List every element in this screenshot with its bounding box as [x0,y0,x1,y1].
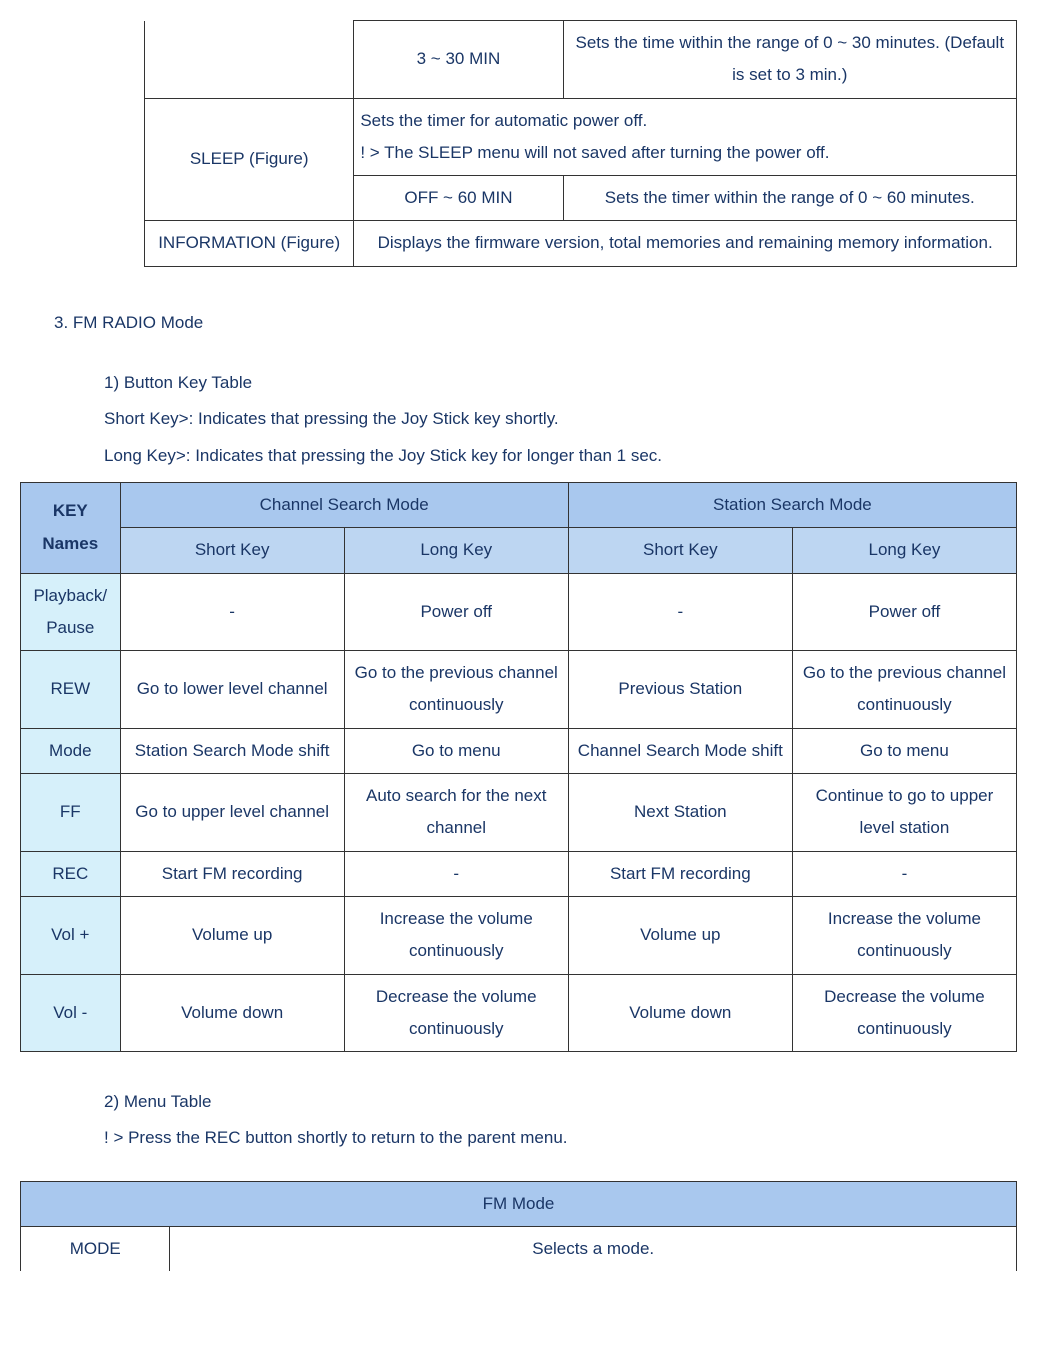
action-cell: Continue to go to upper level station [792,774,1016,852]
action-cell: Previous Station [568,651,792,729]
longkey-header: Long Key [792,528,1016,573]
body-text: Long Key>: Indicates that pressing the J… [104,440,1017,472]
key-name-cell: Playback/ Pause [21,573,121,651]
table-header-row: FM Mode [21,1181,1017,1226]
table-row: Vol + Volume up Increase the volume cont… [21,896,1017,974]
subsection-heading: 2) Menu Table [104,1086,1017,1118]
desc-cell: Sets the timer within the range of 0 ~ 6… [563,176,1016,221]
action-cell: Increase the volume continuously [344,896,568,974]
label-cell: SLEEP (Figure) [145,98,354,221]
action-cell: Increase the volume continuously [792,896,1016,974]
action-cell: Auto search for the next channel [344,774,568,852]
note-text: Sets the timer for automatic power off. [360,111,647,130]
action-cell: Volume up [568,896,792,974]
action-cell: Decrease the volume continuously [792,974,1016,1052]
fm-mode-header: FM Mode [21,1181,1017,1226]
table-row: SLEEP (Figure) Sets the timer for automa… [20,98,1017,176]
button-key-table: KEY Names Channel Search Mode Station Se… [20,482,1017,1052]
action-cell: Go to menu [792,728,1016,773]
param-cell: 3 ~ 30 MIN [354,21,563,99]
key-name-cell: FF [21,774,121,852]
action-cell: Power off [792,573,1016,651]
key-name-cell: Vol + [21,896,121,974]
action-cell: Go to the previous channel continuously [344,651,568,729]
action-cell: Go to the previous channel continuously [792,651,1016,729]
empty-cell [20,21,145,267]
action-cell: Go to upper level channel [120,774,344,852]
table-row: Playback/ Pause - Power off - Power off [21,573,1017,651]
key-names-header: KEY Names [21,482,121,573]
empty-cell [145,21,354,99]
action-cell: Start FM recording [568,851,792,896]
menu-table: FM Mode MODE Selects a mode. [20,1181,1017,1272]
table-row: INFORMATION (Figure) Displays the firmwa… [20,221,1017,266]
action-cell: - [344,851,568,896]
table-row: 3 ~ 30 MIN Sets the time within the rang… [20,21,1017,99]
action-cell: Volume down [568,974,792,1052]
desc-cell: Sets the time within the range of 0 ~ 30… [563,21,1016,99]
station-search-header: Station Search Mode [568,482,1016,527]
action-cell: Start FM recording [120,851,344,896]
action-cell: Power off [344,573,568,651]
subsection-heading: 1) Button Key Table [104,367,1017,399]
table-row: REC Start FM recording - Start FM record… [21,851,1017,896]
section-heading: 3. FM RADIO Mode [54,307,1017,339]
mode-cell: MODE [21,1227,170,1272]
label-cell: INFORMATION (Figure) [145,221,354,266]
desc-cell: Sets the timer for automatic power off. … [354,98,1017,176]
param-cell: OFF ~ 60 MIN [354,176,563,221]
key-name-cell: Mode [21,728,121,773]
action-cell: Station Search Mode shift [120,728,344,773]
key-name-cell: REC [21,851,121,896]
action-cell: Decrease the volume continuously [344,974,568,1052]
table-row: Vol - Volume down Decrease the volume co… [21,974,1017,1052]
action-cell: Volume down [120,974,344,1052]
table-subheader-row: Short Key Long Key Short Key Long Key [21,528,1017,573]
action-cell: - [792,851,1016,896]
channel-search-header: Channel Search Mode [120,482,568,527]
desc-cell: Selects a mode. [170,1227,1017,1272]
key-name-cell: REW [21,651,121,729]
action-cell: - [568,573,792,651]
action-cell: Go to menu [344,728,568,773]
shortkey-header: Short Key [568,528,792,573]
action-cell: Go to lower level channel [120,651,344,729]
action-cell: Channel Search Mode shift [568,728,792,773]
key-name-cell: Vol - [21,974,121,1052]
settings-table-fragment: 3 ~ 30 MIN Sets the time within the rang… [20,20,1017,267]
warn-text: ! > The SLEEP menu will not saved after … [360,143,829,162]
shortkey-header: Short Key [120,528,344,573]
body-text: ! > Press the REC button shortly to retu… [104,1122,1017,1154]
table-row: REW Go to lower level channel Go to the … [21,651,1017,729]
desc-cell: Displays the firmware version, total mem… [354,221,1017,266]
table-row: MODE Selects a mode. [21,1227,1017,1272]
action-cell: Next Station [568,774,792,852]
table-header-row: KEY Names Channel Search Mode Station Se… [21,482,1017,527]
action-cell: Volume up [120,896,344,974]
table-row: Mode Station Search Mode shift Go to men… [21,728,1017,773]
table-row: FF Go to upper level channel Auto search… [21,774,1017,852]
longkey-header: Long Key [344,528,568,573]
body-text: Short Key>: Indicates that pressing the … [104,403,1017,435]
action-cell: - [120,573,344,651]
